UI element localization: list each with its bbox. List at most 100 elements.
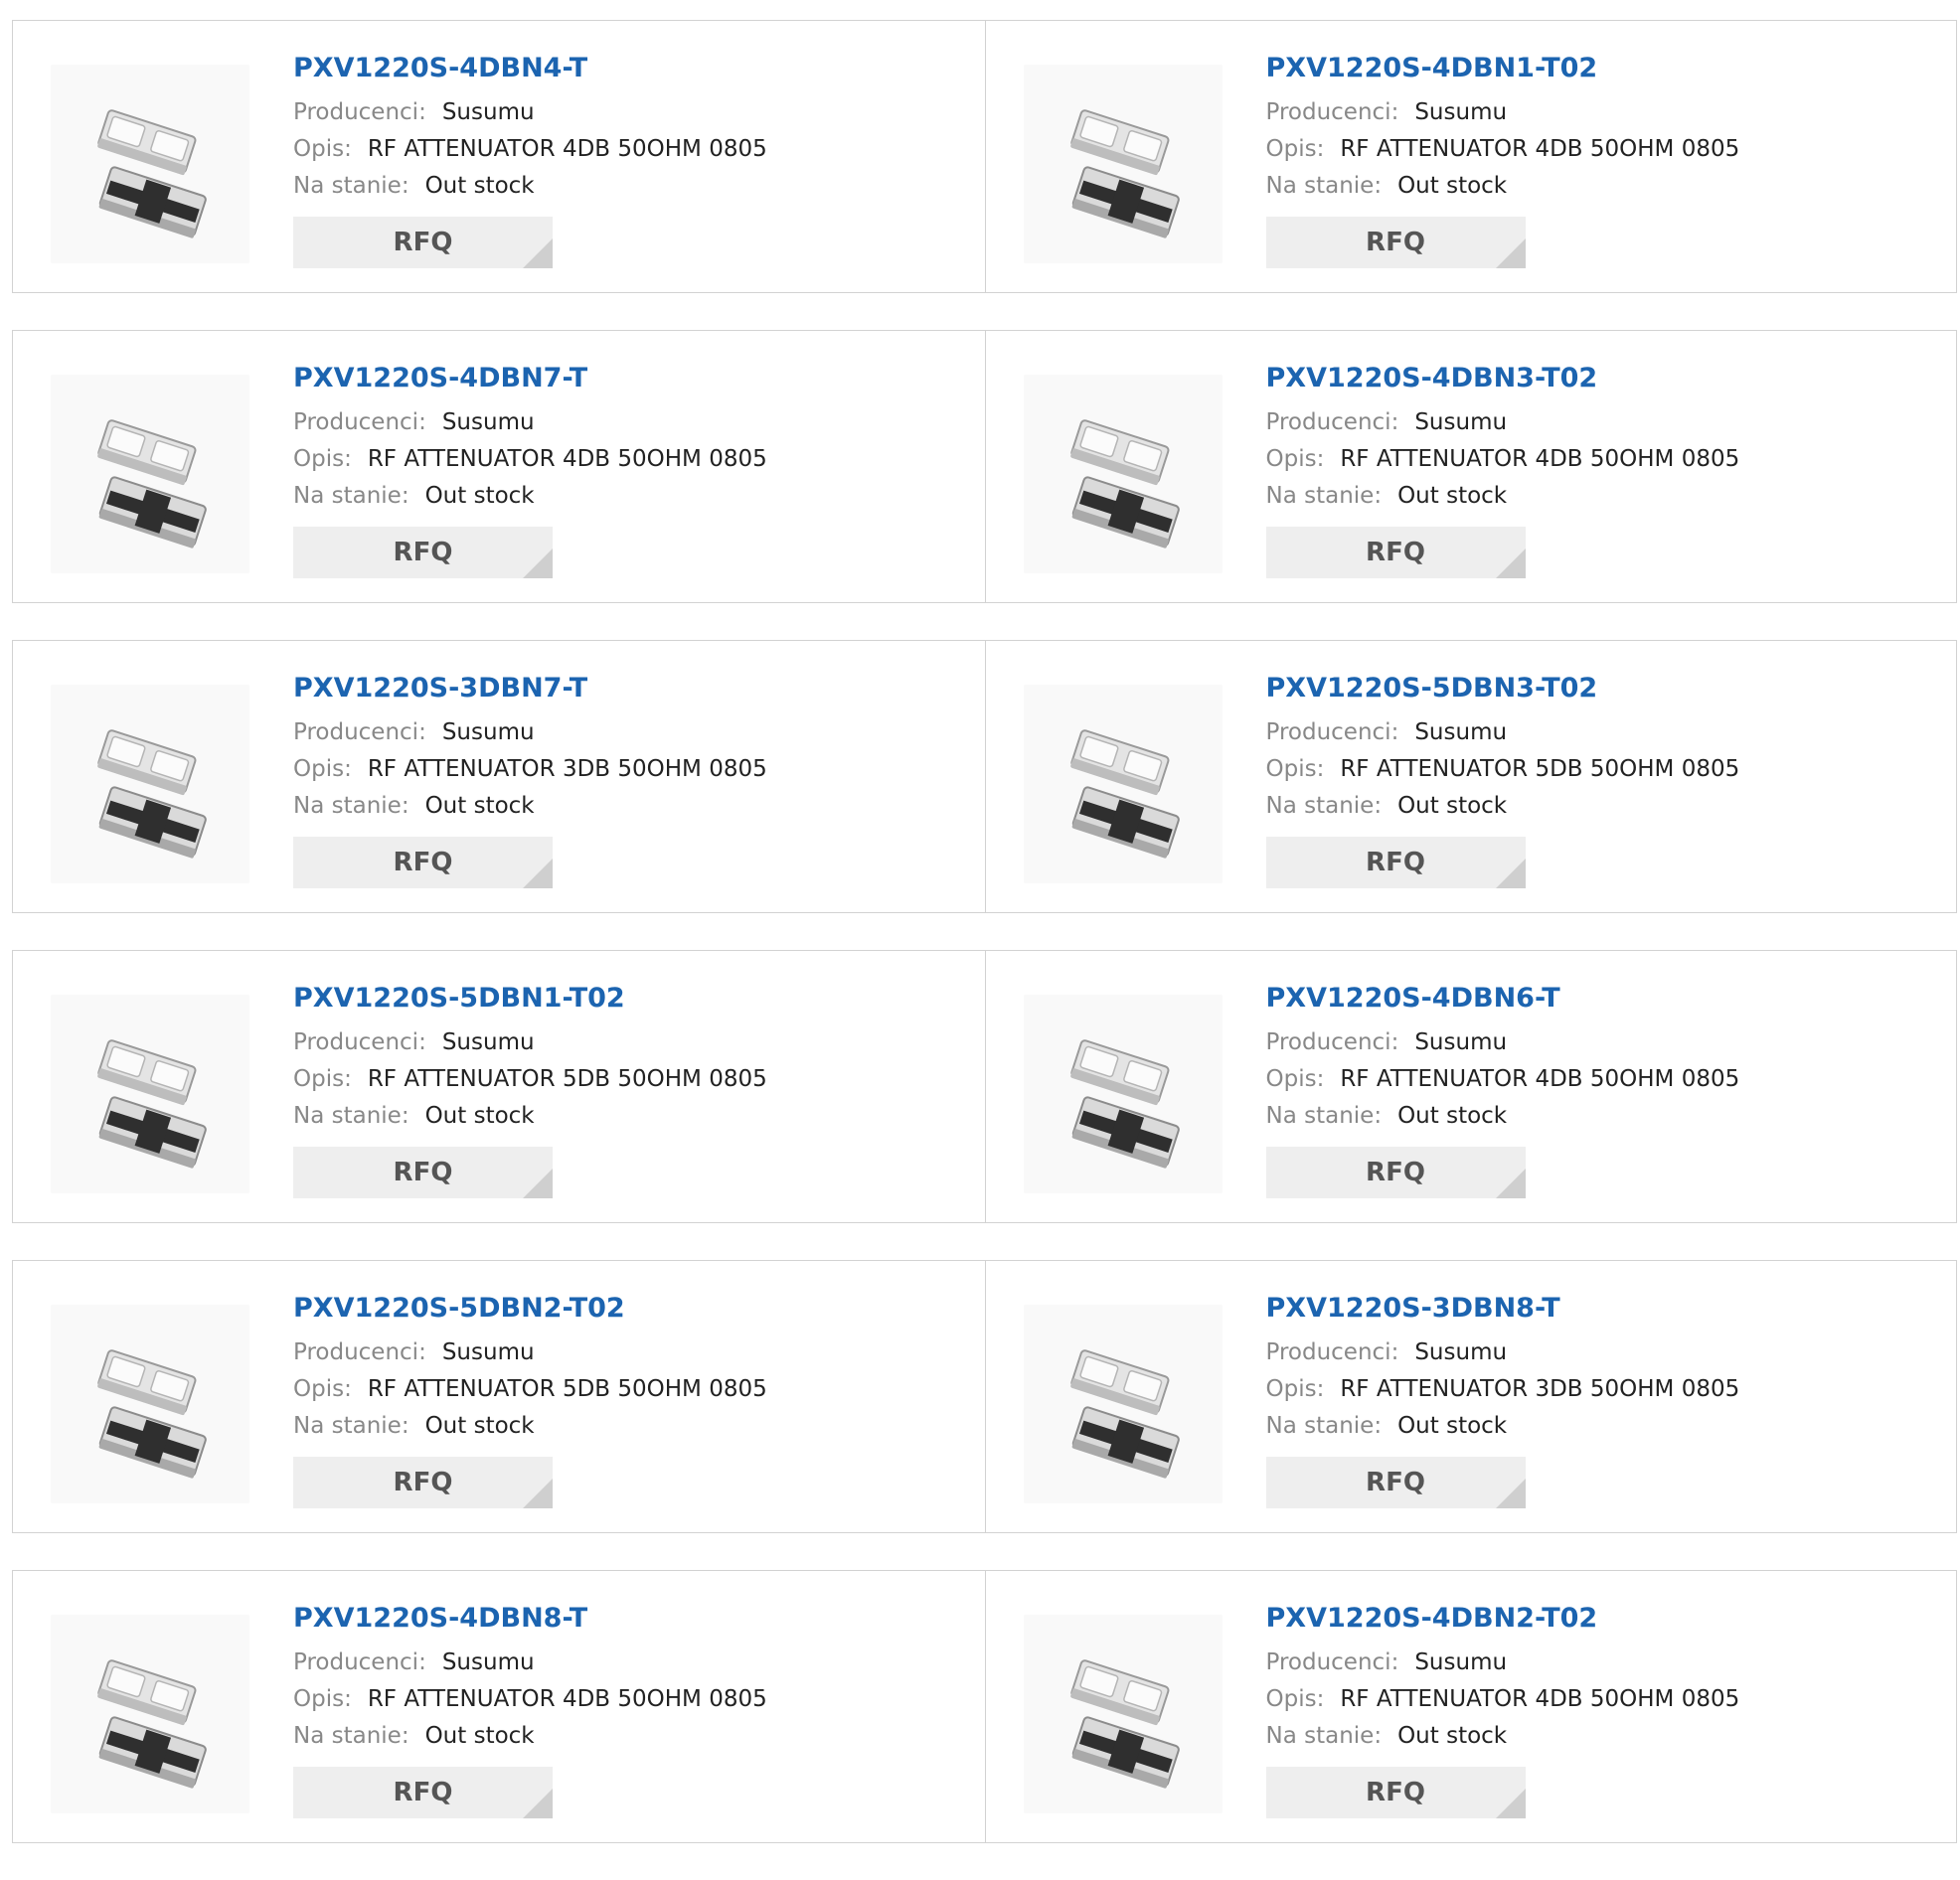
manufacturer-row: Producenci: Susumu [1266, 404, 1947, 441]
manufacturer-row: Producenci: Susumu [1266, 1645, 1947, 1681]
rf-attenuator-chip-image [1069, 1039, 1180, 1169]
product-part-number-link[interactable]: PXV1220S-4DBN1-T02 [1266, 51, 1598, 86]
description-label: Opis: [293, 446, 352, 472]
product-part-number-link[interactable]: PXV1220S-3DBN8-T [1266, 1291, 1560, 1327]
rfq-button[interactable]: RFQ [293, 1767, 553, 1818]
rfq-button[interactable]: RFQ [1265, 527, 1526, 578]
rf-attenuator-chip-image [97, 729, 207, 859]
product-info: PXV1220S-3DBN7-T Producenci: Susumu Opis:… [293, 671, 975, 888]
product-image[interactable] [51, 65, 249, 263]
description-value: RF ATTENUATOR 4DB 50OHM 0805 [1340, 136, 1740, 162]
product-image[interactable] [1023, 685, 1223, 883]
rf-attenuator-chip-image [1069, 1659, 1180, 1789]
stock-label: Na stanie: [293, 173, 409, 199]
manufacturer-row: Producenci: Susumu [1266, 1334, 1947, 1371]
stock-row: Na stanie: Out stock [293, 1098, 975, 1135]
manufacturer-row: Producenci: Susumu [1266, 714, 1947, 751]
stock-value: Out stock [424, 793, 535, 819]
product-part-number-link[interactable]: PXV1220S-5DBN2-T02 [293, 1291, 625, 1327]
description-value: RF ATTENUATOR 3DB 50OHM 0805 [1340, 1376, 1740, 1402]
button-corner-decoration [1495, 1479, 1526, 1508]
rf-attenuator-chip-image [97, 1659, 207, 1789]
manufacturer-value: Susumu [441, 409, 535, 435]
manufacturer-label: Producenci: [1265, 1029, 1399, 1055]
description-label: Opis: [1265, 1066, 1325, 1092]
product-image[interactable] [1023, 995, 1223, 1193]
product-card: PXV1220S-3DBN7-T Producenci: Susumu Opis:… [13, 641, 985, 912]
product-image[interactable] [1023, 1305, 1223, 1503]
rfq-button[interactable]: RFQ [1265, 1457, 1526, 1508]
stock-label: Na stanie: [293, 1723, 409, 1749]
product-part-number-link[interactable]: PXV1220S-4DBN7-T [293, 361, 587, 396]
product-part-number-link[interactable]: PXV1220S-4DBN4-T [293, 51, 587, 86]
rfq-button[interactable]: RFQ [1265, 837, 1526, 888]
manufacturer-row: Producenci: Susumu [293, 94, 975, 131]
product-image[interactable] [1023, 375, 1223, 573]
product-image[interactable] [1023, 65, 1223, 263]
rfq-button[interactable]: RFQ [293, 1147, 553, 1198]
product-part-number-link[interactable]: PXV1220S-4DBN2-T02 [1266, 1601, 1598, 1637]
product-part-number-link[interactable]: PXV1220S-5DBN3-T02 [1266, 671, 1598, 706]
rfq-button-label: RFQ [393, 1468, 453, 1497]
description-label: Opis: [293, 756, 352, 782]
stock-value: Out stock [1397, 1103, 1508, 1129]
product-image[interactable] [1023, 1615, 1223, 1813]
product-part-number-link[interactable]: PXV1220S-5DBN1-T02 [293, 981, 625, 1017]
rfq-button-label: RFQ [393, 1158, 453, 1187]
product-info: PXV1220S-4DBN2-T02 Producenci: Susumu Opi… [1265, 1601, 1947, 1818]
product-card: PXV1220S-3DBN8-T Producenci: Susumu Opis:… [984, 1261, 1957, 1532]
stock-label: Na stanie: [1265, 1103, 1383, 1129]
rfq-button-label: RFQ [393, 228, 453, 257]
rfq-button[interactable]: RFQ [1265, 217, 1526, 268]
product-info: PXV1220S-4DBN7-T Producenci: Susumu Opis:… [293, 361, 975, 578]
product-image[interactable] [51, 375, 249, 573]
product-card: PXV1220S-4DBN8-T Producenci: Susumu Opis:… [13, 1571, 985, 1842]
rfq-button[interactable]: RFQ [293, 1457, 553, 1508]
rf-attenuator-chip-image [1069, 729, 1180, 859]
manufacturer-label: Producenci: [293, 719, 426, 745]
stock-row: Na stanie: Out stock [1266, 1098, 1947, 1135]
manufacturer-value: Susumu [1414, 1029, 1508, 1055]
manufacturer-label: Producenci: [293, 1339, 426, 1365]
button-corner-decoration [523, 238, 553, 268]
manufacturer-row: Producenci: Susumu [293, 404, 975, 441]
manufacturer-value: Susumu [441, 99, 535, 125]
description-value: RF ATTENUATOR 4DB 50OHM 0805 [367, 136, 767, 162]
product-card: PXV1220S-5DBN2-T02 Producenci: Susumu Opi… [13, 1261, 985, 1532]
rfq-button-label: RFQ [1366, 1158, 1425, 1187]
manufacturer-row: Producenci: Susumu [293, 1334, 975, 1371]
product-part-number-link[interactable]: PXV1220S-3DBN7-T [293, 671, 587, 706]
button-corner-decoration [1495, 1169, 1526, 1198]
rfq-button[interactable]: RFQ [1265, 1147, 1526, 1198]
description-row: Opis: RF ATTENUATOR 4DB 50OHM 0805 [293, 441, 975, 478]
stock-label: Na stanie: [293, 1413, 409, 1439]
rfq-button[interactable]: RFQ [293, 217, 553, 268]
stock-value: Out stock [424, 1723, 535, 1749]
product-image[interactable] [51, 995, 249, 1193]
product-card: PXV1220S-4DBN7-T Producenci: Susumu Opis:… [13, 331, 985, 602]
rfq-button[interactable]: RFQ [293, 837, 553, 888]
rfq-button[interactable]: RFQ [293, 527, 553, 578]
rfq-button[interactable]: RFQ [1265, 1767, 1526, 1818]
product-info: PXV1220S-5DBN1-T02 Producenci: Susumu Opi… [293, 981, 975, 1198]
stock-row: Na stanie: Out stock [293, 1718, 975, 1755]
manufacturer-row: Producenci: Susumu [293, 1024, 975, 1061]
product-image[interactable] [51, 1305, 249, 1503]
manufacturer-value: Susumu [1414, 99, 1508, 125]
description-label: Opis: [293, 136, 352, 162]
product-image[interactable] [51, 685, 249, 883]
product-image[interactable] [51, 1615, 249, 1813]
stock-row: Na stanie: Out stock [1266, 788, 1947, 825]
button-corner-decoration [1495, 1789, 1526, 1818]
product-part-number-link[interactable]: PXV1220S-4DBN6-T [1266, 981, 1560, 1017]
manufacturer-label: Producenci: [1265, 409, 1399, 435]
product-part-number-link[interactable]: PXV1220S-4DBN3-T02 [1266, 361, 1598, 396]
description-label: Opis: [293, 1376, 352, 1402]
stock-label: Na stanie: [293, 793, 409, 819]
product-part-number-link[interactable]: PXV1220S-4DBN8-T [293, 1601, 587, 1637]
product-card: PXV1220S-4DBN3-T02 Producenci: Susumu Opi… [984, 331, 1957, 602]
product-info: PXV1220S-5DBN2-T02 Producenci: Susumu Opi… [293, 1291, 975, 1508]
manufacturer-label: Producenci: [1265, 99, 1399, 125]
rf-attenuator-chip-image [97, 1039, 207, 1169]
product-info: PXV1220S-4DBN3-T02 Producenci: Susumu Opi… [1265, 361, 1947, 578]
